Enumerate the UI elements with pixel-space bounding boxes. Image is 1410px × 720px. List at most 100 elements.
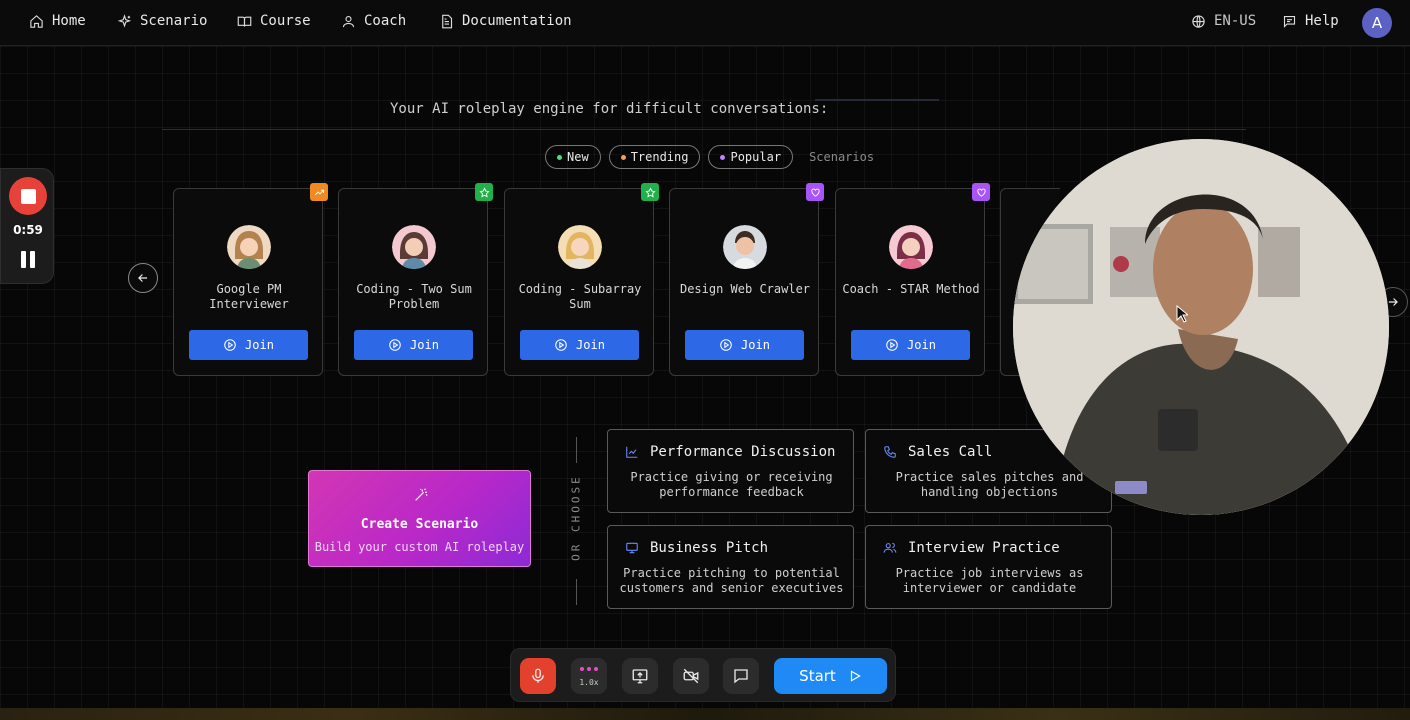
nav-coach-label: Coach (364, 13, 407, 29)
book-icon (237, 16, 252, 27)
star-badge (641, 183, 659, 201)
join-button[interactable]: Join (685, 330, 804, 360)
stop-icon (20, 188, 36, 204)
document-icon (442, 14, 453, 28)
play-circle-icon (224, 339, 236, 351)
divider-line-top (576, 437, 577, 463)
sparkles-icon (117, 13, 132, 28)
video-off-icon (683, 668, 699, 684)
avatar (889, 225, 933, 269)
join-button[interactable]: Join (851, 330, 970, 360)
or-choose-divider: OR CHOOSE (568, 437, 584, 605)
nav-scenario[interactable]: Scenario (117, 13, 207, 29)
carousel-prev-button[interactable] (128, 263, 158, 293)
screen-share-icon (632, 669, 648, 684)
top-navigation: Home Scenario Course Coach Documentation… (0, 0, 1410, 46)
mouse-cursor-icon (1176, 305, 1188, 323)
scenario-title: Google PM Interviewer (209, 282, 289, 311)
help-link[interactable]: Help (1282, 13, 1339, 29)
choice-title: Sales Call (908, 444, 993, 460)
scenario-title: Coding - Two Sum Problem (356, 282, 472, 311)
avatar (227, 225, 271, 269)
choice-description: Practice sales pitches and handling obje… (895, 470, 1084, 499)
recording-time: 0:59 (13, 223, 43, 237)
home-icon (30, 14, 43, 28)
header-divider (162, 129, 1246, 130)
nav-home[interactable]: Home (29, 13, 86, 29)
choice-performance-discussion[interactable]: Performance Discussion Practice giving o… (607, 429, 854, 513)
orange-dot-icon (620, 154, 626, 160)
filter-new-label: New (567, 150, 589, 164)
or-choose-label: OR CHOOSE (569, 474, 583, 561)
user-avatar[interactable]: A (1362, 8, 1392, 38)
trending-up-icon (314, 189, 324, 195)
start-button[interactable]: Start (774, 658, 887, 694)
desktop-wallpaper-strip (0, 708, 1410, 720)
play-circle-icon (555, 339, 567, 351)
star-badge (475, 183, 493, 201)
avatar (723, 225, 767, 269)
bottom-toolbar: 1.0x Start (510, 648, 896, 702)
help-label: Help (1305, 13, 1339, 29)
start-label: Start (799, 667, 836, 685)
scenarios-label: Scenarios (809, 150, 875, 164)
speed-button[interactable]: 1.0x (571, 658, 607, 694)
filter-popular-label: Popular (730, 150, 782, 164)
arrow-left-icon (138, 274, 148, 282)
avatar (558, 225, 602, 269)
scenario-card[interactable]: Coding - Subarray Sum Join (504, 183, 659, 376)
camera-toggle-button[interactable] (673, 658, 709, 694)
join-label: Join (741, 338, 770, 352)
nav-course[interactable]: Course (237, 13, 311, 29)
nav-documentation[interactable]: Documentation (439, 13, 572, 29)
scenario-filters: New Trending Popular Scenarios (545, 145, 874, 169)
recording-widget: 0:59 (0, 168, 54, 284)
choice-title: Interview Practice (908, 540, 1060, 556)
create-scenario-title: Create Scenario (360, 517, 479, 532)
choice-business-pitch[interactable]: Business Pitch Practice pitching to pote… (607, 525, 854, 609)
create-scenario-button[interactable]: Create Scenario Build your custom AI rol… (308, 470, 531, 567)
nav-scenario-label: Scenario (140, 13, 208, 29)
heart-badge (972, 183, 990, 201)
filter-trending[interactable]: Trending (608, 145, 701, 169)
choice-title: Business Pitch (650, 540, 769, 556)
scenario-card[interactable]: Google PM Interviewer Join (173, 183, 328, 376)
join-button[interactable]: Join (354, 330, 473, 360)
join-label: Join (907, 338, 936, 352)
heart-badge (806, 183, 824, 201)
join-label: Join (576, 338, 605, 352)
choice-description: Practice pitching to potential customers… (619, 566, 844, 595)
typing-cursor (815, 99, 939, 101)
screen-share-button[interactable] (622, 658, 658, 694)
arrow-right-icon (1388, 298, 1398, 306)
star-icon (644, 186, 656, 197)
filter-new[interactable]: New (545, 145, 601, 169)
join-button[interactable]: Join (520, 330, 639, 360)
user-icon (342, 15, 355, 27)
choice-description: Practice job interviews as interviewer o… (895, 566, 1084, 595)
heart-icon (976, 188, 986, 197)
monitor-icon (626, 542, 638, 554)
heart-icon (810, 188, 820, 197)
language-label: EN-US (1214, 13, 1257, 29)
microphone-button[interactable] (520, 658, 556, 694)
choice-title: Performance Discussion (650, 444, 836, 460)
filter-popular[interactable]: Popular (708, 145, 794, 169)
language-selector[interactable]: EN-US (1191, 13, 1256, 29)
stop-recording-button[interactable] (9, 177, 47, 215)
nav-coach[interactable]: Coach (341, 13, 406, 29)
dots-icon (580, 667, 598, 671)
choice-interview-practice[interactable]: Interview Practice Practice job intervie… (865, 525, 1112, 609)
scenario-card[interactable]: Design Web Crawler Join (669, 183, 824, 376)
nav-course-label: Course (260, 13, 311, 29)
join-label: Join (245, 338, 274, 352)
magic-wand-icon (415, 488, 428, 501)
play-circle-icon (886, 339, 898, 351)
join-button[interactable]: Join (189, 330, 308, 360)
scenario-card[interactable]: Coding - Two Sum Problem Join (338, 183, 493, 376)
chat-button[interactable] (723, 658, 759, 694)
scenario-card[interactable]: Coach - STAR Method Join (835, 183, 990, 376)
pause-icon[interactable] (20, 251, 36, 268)
webcam-bubble[interactable] (1013, 139, 1389, 515)
chat-icon (734, 669, 748, 684)
